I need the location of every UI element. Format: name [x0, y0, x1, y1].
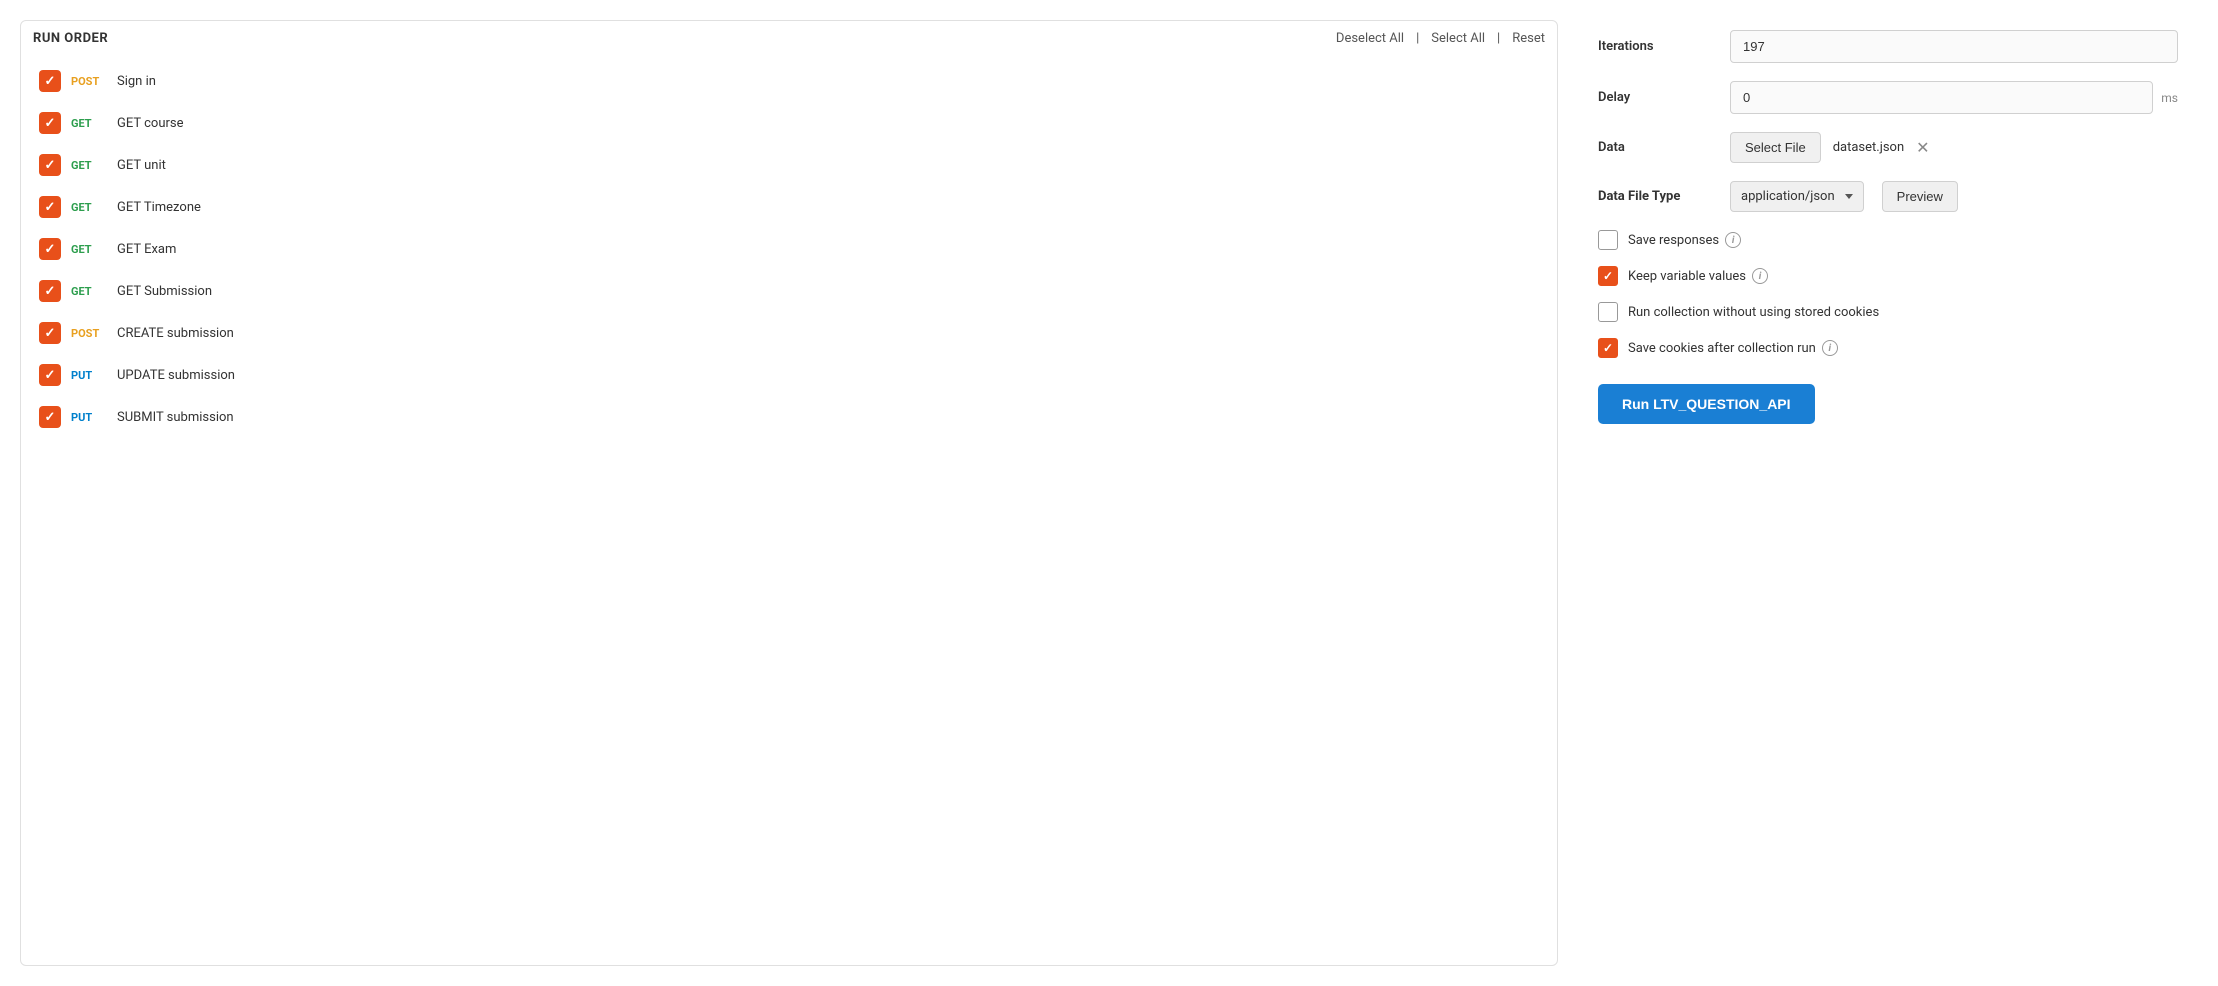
item-name: GET unit — [117, 158, 166, 173]
keep-variable-row: Keep variable values i — [1598, 266, 2178, 286]
select-all-button[interactable]: Select All — [1431, 31, 1485, 46]
item-name: GET Timezone — [117, 200, 201, 215]
delay-label: Delay — [1598, 90, 1718, 105]
run-order-title: RUN ORDER — [33, 31, 108, 46]
item-name: CREATE submission — [117, 326, 234, 341]
checkboxes-section: Save responses i Keep variable values i … — [1598, 230, 2178, 358]
keep-variable-info-icon[interactable]: i — [1752, 268, 1768, 284]
iterations-label: Iterations — [1598, 39, 1718, 54]
method-badge: PUT — [71, 411, 107, 424]
run-without-cookies-row: Run collection without using stored cook… — [1598, 302, 2178, 322]
item-checkbox[interactable] — [39, 70, 61, 92]
save-cookies-label: Save cookies after collection run — [1628, 341, 1816, 356]
select-file-button[interactable]: Select File — [1730, 132, 1821, 163]
file-name: dataset.json — [1833, 140, 1904, 155]
data-file-type-dropdown[interactable]: application/json — [1730, 181, 1864, 212]
save-responses-checkbox[interactable] — [1598, 230, 1618, 250]
item-checkbox[interactable] — [39, 280, 61, 302]
run-collection-button[interactable]: Run LTV_QUESTION_API — [1598, 384, 1815, 424]
item-checkbox[interactable] — [39, 322, 61, 344]
save-cookies-checkbox[interactable] — [1598, 338, 1618, 358]
item-name: GET Exam — [117, 242, 176, 257]
data-label: Data — [1598, 140, 1718, 155]
item-checkbox[interactable] — [39, 406, 61, 428]
iterations-input[interactable] — [1730, 30, 2178, 63]
data-file-type-row: Data File Type application/json Preview — [1598, 181, 2178, 212]
data-file-type-label: Data File Type — [1598, 189, 1718, 204]
method-badge: GET — [71, 243, 107, 256]
run-list: POSTSign inGETGET courseGETGET unitGETGE… — [21, 60, 1557, 438]
item-name: GET Submission — [117, 284, 212, 299]
method-badge: GET — [71, 285, 107, 298]
method-badge: GET — [71, 159, 107, 172]
method-badge: POST — [71, 327, 107, 340]
method-badge: POST — [71, 75, 107, 88]
list-item: GET GET unit — [31, 144, 1547, 186]
item-checkbox[interactable] — [39, 112, 61, 134]
method-badge: PUT — [71, 369, 107, 382]
delay-input[interactable] — [1730, 81, 2153, 114]
list-item: GET GET course — [31, 102, 1547, 144]
data-row: Data Select File dataset.json ✕ — [1598, 132, 2178, 163]
item-name: GET course — [117, 116, 184, 131]
save-cookies-info-icon[interactable]: i — [1822, 340, 1838, 356]
list-item: GET GET Submission — [31, 270, 1547, 312]
delay-row: Delay ms — [1598, 81, 2178, 114]
item-checkbox[interactable] — [39, 364, 61, 386]
chevron-down-icon — [1845, 194, 1853, 199]
method-badge: GET — [71, 117, 107, 130]
item-name: UPDATE submission — [117, 368, 235, 383]
run-without-cookies-checkbox[interactable] — [1598, 302, 1618, 322]
list-item: GET GET Exam — [31, 228, 1547, 270]
item-name: SUBMIT submission — [117, 410, 234, 425]
keep-variable-label: Keep variable values — [1628, 269, 1746, 284]
save-cookies-row: Save cookies after collection run i — [1598, 338, 2178, 358]
list-item: PUT UPDATE submission — [31, 354, 1547, 396]
run-without-cookies-label: Run collection without using stored cook… — [1628, 305, 1879, 320]
save-responses-label: Save responses — [1628, 233, 1719, 248]
item-checkbox[interactable] — [39, 154, 61, 176]
keep-variable-checkbox[interactable] — [1598, 266, 1618, 286]
list-item: POST CREATE submission — [31, 312, 1547, 354]
item-name: Sign in — [117, 74, 156, 89]
save-responses-info-icon[interactable]: i — [1725, 232, 1741, 248]
clear-file-button[interactable]: ✕ — [1916, 138, 1929, 157]
item-checkbox[interactable] — [39, 196, 61, 218]
method-badge: GET — [71, 201, 107, 214]
list-item: POST Sign in — [31, 60, 1547, 102]
deselect-all-button[interactable]: Deselect All — [1336, 31, 1404, 46]
delay-unit: ms — [2161, 91, 2178, 105]
item-checkbox[interactable] — [39, 238, 61, 260]
iterations-row: Iterations — [1598, 30, 2178, 63]
list-item: GET GET Timezone — [31, 186, 1547, 228]
reset-button[interactable]: Reset — [1512, 31, 1545, 46]
save-responses-row: Save responses i — [1598, 230, 2178, 250]
preview-button[interactable]: Preview — [1882, 181, 1958, 212]
list-item: PUT SUBMIT submission — [31, 396, 1547, 438]
